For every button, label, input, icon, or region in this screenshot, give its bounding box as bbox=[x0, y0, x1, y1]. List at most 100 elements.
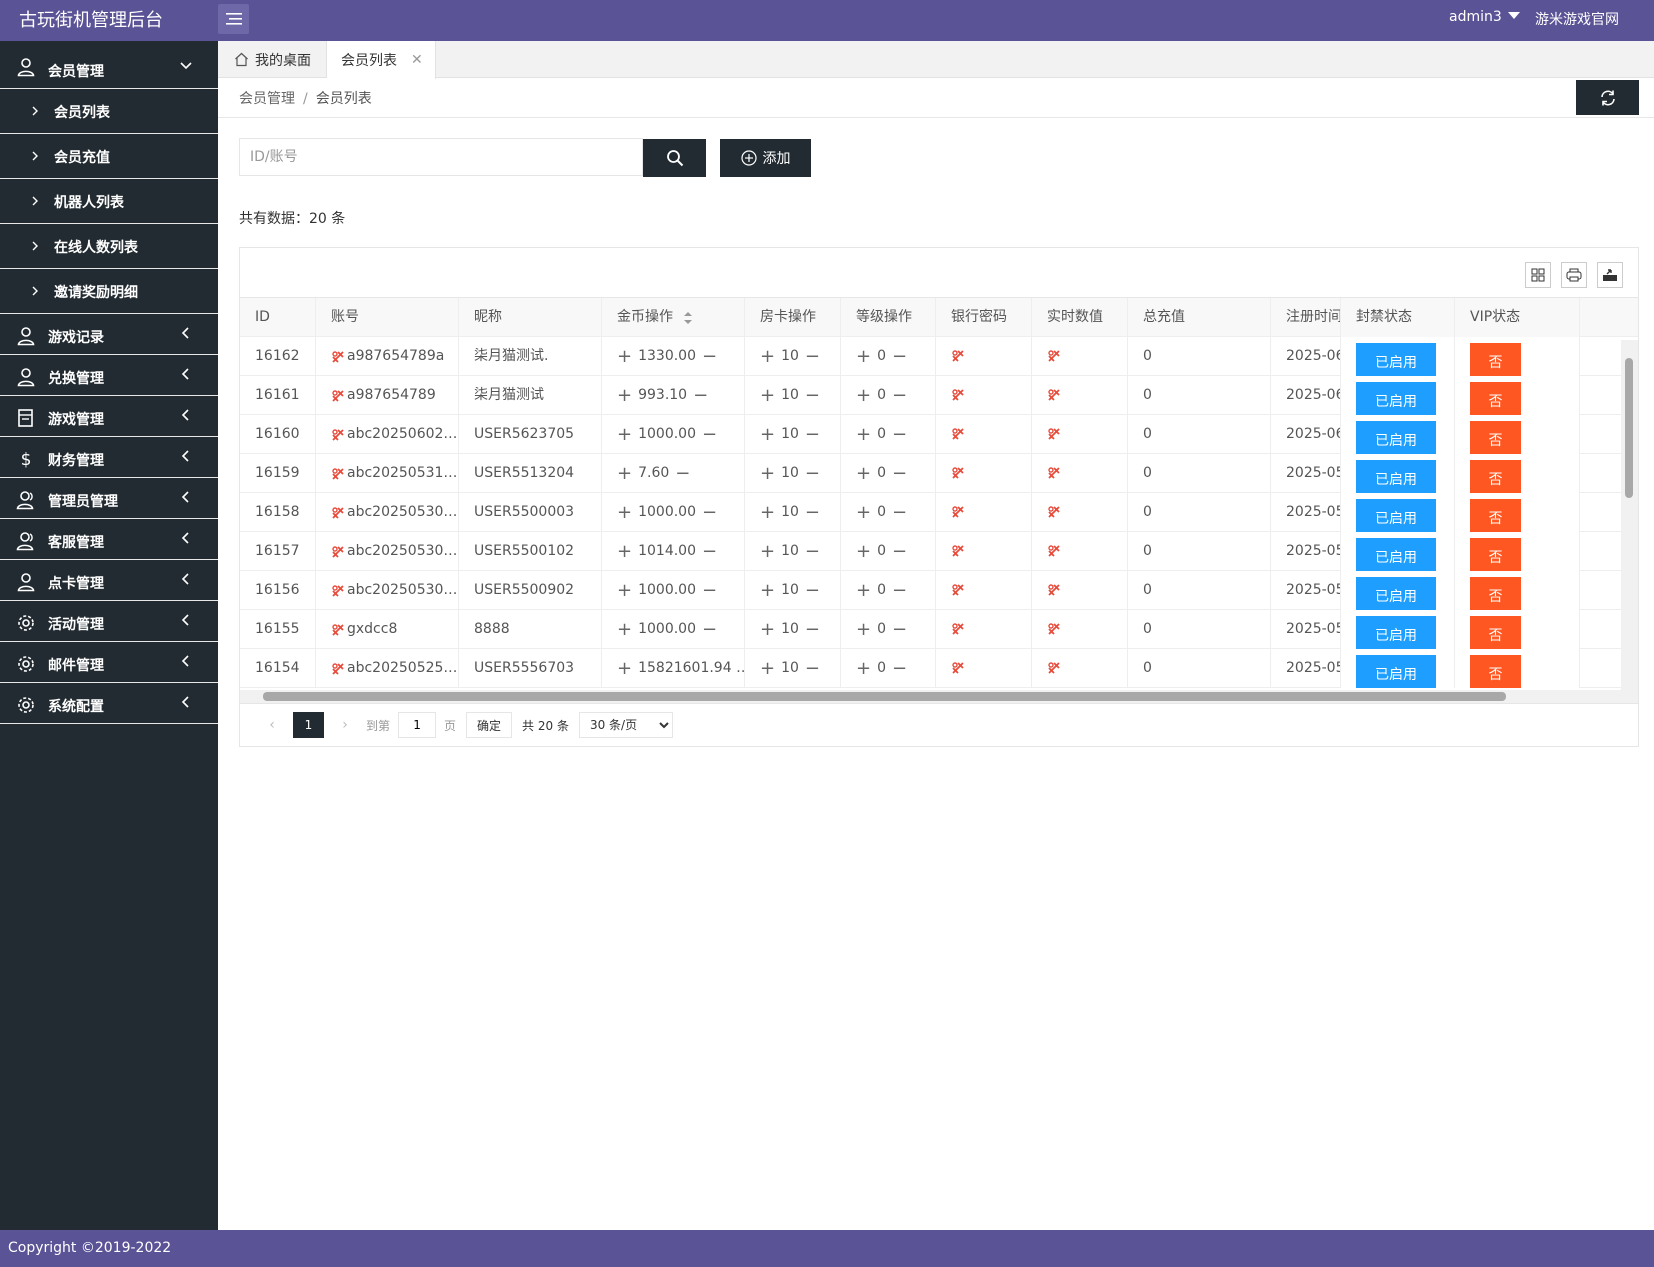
level-plus-icon[interactable]: + bbox=[856, 454, 871, 493]
vip-toggle-button[interactable]: 否 bbox=[1470, 538, 1521, 571]
tool-icon[interactable] bbox=[951, 583, 965, 597]
breadcrumb-parent[interactable]: 会员管理 bbox=[239, 91, 295, 107]
status-toggle-button[interactable]: 已启用 bbox=[1356, 499, 1436, 532]
card-plus-icon[interactable]: + bbox=[760, 649, 775, 688]
status-toggle-button[interactable]: 已启用 bbox=[1356, 538, 1436, 571]
refresh-button[interactable] bbox=[1576, 80, 1639, 115]
official-site-link[interactable]: 游米游戏官网 bbox=[1535, 9, 1619, 29]
status-toggle-button[interactable]: 已启用 bbox=[1356, 421, 1436, 454]
edit-key-icon[interactable] bbox=[331, 350, 345, 364]
sidebar-group[interactable]: 点卡管理 bbox=[0, 560, 218, 601]
edit-key-icon[interactable] bbox=[331, 584, 345, 598]
current-page[interactable]: 1 bbox=[293, 712, 324, 738]
level-plus-icon[interactable]: + bbox=[856, 532, 871, 571]
level-minus-icon[interactable]: − bbox=[892, 571, 907, 610]
gold-minus-icon[interactable]: − bbox=[693, 376, 708, 415]
gold-minus-icon[interactable]: − bbox=[702, 493, 717, 532]
user-menu[interactable]: admin3 bbox=[1449, 9, 1520, 25]
level-plus-icon[interactable]: + bbox=[856, 610, 871, 649]
sidebar-group[interactable]: 邮件管理 bbox=[0, 642, 218, 683]
tab-member-list[interactable]: 会员列表 ✕ bbox=[327, 41, 436, 79]
gold-plus-icon[interactable]: + bbox=[617, 376, 632, 415]
card-minus-icon[interactable]: − bbox=[805, 376, 820, 415]
gold-plus-icon[interactable]: + bbox=[617, 532, 632, 571]
tool-icon[interactable] bbox=[1047, 544, 1061, 558]
card-minus-icon[interactable]: − bbox=[805, 454, 820, 493]
menu-toggle-button[interactable] bbox=[218, 4, 249, 34]
gold-plus-icon[interactable]: + bbox=[617, 493, 632, 532]
tool-icon[interactable] bbox=[951, 466, 965, 480]
gold-minus-icon[interactable]: − bbox=[702, 610, 717, 649]
goto-confirm-button[interactable]: 确定 bbox=[466, 712, 513, 738]
gold-minus-icon[interactable]: − bbox=[702, 571, 717, 610]
table-vertical-scrollbar[interactable] bbox=[1621, 340, 1638, 690]
status-toggle-button[interactable]: 已启用 bbox=[1356, 382, 1436, 415]
edit-key-icon[interactable] bbox=[331, 623, 345, 637]
sidebar-item[interactable]: 会员充值 bbox=[0, 134, 218, 179]
level-minus-icon[interactable]: − bbox=[892, 649, 907, 688]
gold-minus-icon[interactable]: − bbox=[675, 454, 690, 493]
level-plus-icon[interactable]: + bbox=[856, 571, 871, 610]
gold-minus-icon[interactable]: − bbox=[702, 415, 717, 454]
card-plus-icon[interactable]: + bbox=[760, 493, 775, 532]
sidebar-group[interactable]: 系统配置 bbox=[0, 683, 218, 724]
level-minus-icon[interactable]: − bbox=[892, 493, 907, 532]
vip-toggle-button[interactable]: 否 bbox=[1470, 460, 1521, 493]
tool-icon[interactable] bbox=[1047, 388, 1061, 402]
tool-icon[interactable] bbox=[1047, 349, 1061, 363]
search-input[interactable] bbox=[239, 138, 643, 176]
vip-toggle-button[interactable]: 否 bbox=[1470, 616, 1521, 649]
gold-plus-icon[interactable]: + bbox=[617, 454, 632, 493]
vip-toggle-button[interactable]: 否 bbox=[1470, 655, 1521, 688]
level-plus-icon[interactable]: + bbox=[856, 649, 871, 688]
sidebar-group[interactable]: 游戏管理 bbox=[0, 396, 218, 437]
sidebar-group[interactable]: 兑换管理 bbox=[0, 355, 218, 396]
tool-icon[interactable] bbox=[1047, 661, 1061, 675]
tool-icon[interactable] bbox=[951, 622, 965, 636]
next-page-button[interactable]: › bbox=[330, 712, 360, 738]
level-minus-icon[interactable]: − bbox=[892, 610, 907, 649]
card-plus-icon[interactable]: + bbox=[760, 376, 775, 415]
gold-plus-icon[interactable]: + bbox=[617, 337, 632, 376]
level-plus-icon[interactable]: + bbox=[856, 493, 871, 532]
sidebar-group[interactable]: 游戏记录 bbox=[0, 314, 218, 355]
card-plus-icon[interactable]: + bbox=[760, 415, 775, 454]
sidebar-item[interactable]: 会员列表 bbox=[0, 89, 218, 134]
vip-toggle-button[interactable]: 否 bbox=[1470, 382, 1521, 415]
status-toggle-button[interactable]: 已启用 bbox=[1356, 343, 1436, 376]
level-minus-icon[interactable]: − bbox=[892, 454, 907, 493]
card-minus-icon[interactable]: − bbox=[805, 493, 820, 532]
card-minus-icon[interactable]: − bbox=[805, 571, 820, 610]
search-button[interactable] bbox=[643, 139, 706, 177]
table-horizontal-scrollbar[interactable] bbox=[240, 690, 1638, 703]
status-toggle-button[interactable]: 已启用 bbox=[1356, 616, 1436, 649]
column-header-gold[interactable]: 金币操作 bbox=[602, 298, 745, 337]
gold-plus-icon[interactable]: + bbox=[617, 415, 632, 454]
gold-plus-icon[interactable]: + bbox=[617, 649, 632, 688]
sort-icon[interactable] bbox=[683, 311, 693, 325]
level-minus-icon[interactable]: − bbox=[892, 337, 907, 376]
edit-key-icon[interactable] bbox=[331, 428, 345, 442]
prev-page-button[interactable]: ‹ bbox=[257, 712, 287, 738]
card-minus-icon[interactable]: − bbox=[805, 415, 820, 454]
gold-plus-icon[interactable]: + bbox=[617, 610, 632, 649]
tool-icon[interactable] bbox=[1047, 466, 1061, 480]
card-plus-icon[interactable]: + bbox=[760, 454, 775, 493]
print-button[interactable] bbox=[1561, 262, 1587, 288]
sidebar-group[interactable]: 客服管理 bbox=[0, 519, 218, 560]
sidebar-group[interactable]: $ 财务管理 bbox=[0, 437, 218, 478]
tab-home[interactable]: 我的桌面 bbox=[218, 41, 327, 78]
close-icon[interactable]: ✕ bbox=[411, 52, 423, 68]
sidebar-item[interactable]: 在线人数列表 bbox=[0, 224, 218, 269]
tool-icon[interactable] bbox=[951, 544, 965, 558]
vip-toggle-button[interactable]: 否 bbox=[1470, 577, 1521, 610]
vip-toggle-button[interactable]: 否 bbox=[1470, 499, 1521, 532]
gold-minus-icon[interactable]: − bbox=[702, 532, 717, 571]
vip-toggle-button[interactable]: 否 bbox=[1470, 421, 1521, 454]
status-toggle-button[interactable]: 已启用 bbox=[1356, 460, 1436, 493]
status-toggle-button[interactable]: 已启用 bbox=[1356, 577, 1436, 610]
tool-icon[interactable] bbox=[951, 427, 965, 441]
card-minus-icon[interactable]: − bbox=[805, 337, 820, 376]
level-plus-icon[interactable]: + bbox=[856, 376, 871, 415]
level-minus-icon[interactable]: − bbox=[892, 415, 907, 454]
